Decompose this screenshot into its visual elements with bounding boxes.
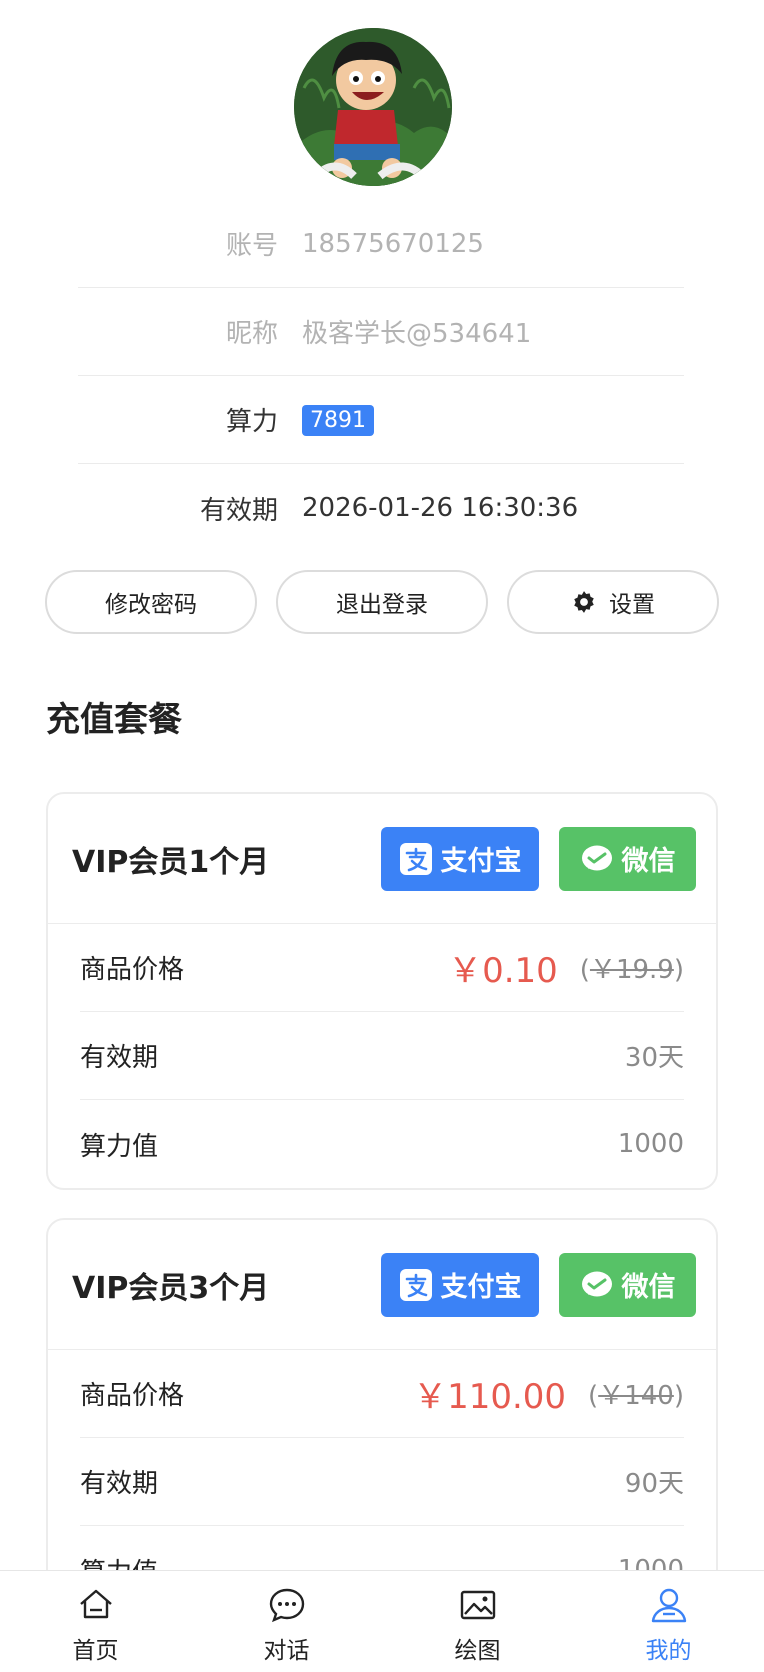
power-label: 算力: [225, 407, 278, 437]
wechat-pay-button[interactable]: 微信: [559, 826, 696, 891]
price-value: ￥0.10: [448, 951, 558, 991]
alipay-button[interactable]: 支付宝: [381, 1252, 539, 1317]
profile-info: 账号 18575670125 昵称 极客学长@534641 算力 7891 有效…: [78, 200, 684, 552]
validity-row: 有效期 90天: [80, 1438, 684, 1526]
profile-page: 账号 18575670125 昵称 极客学长@534641 算力 7891 有效…: [0, 0, 764, 1672]
alipay-icon: [399, 842, 432, 875]
price-label: 商品价格: [80, 955, 185, 985]
original-price: (￥19.9): [579, 955, 684, 985]
wechat-pay-button[interactable]: 微信: [559, 1252, 696, 1317]
power-row: 算力 7891: [78, 376, 684, 464]
package-header: VIP会员1个月 支付宝 微信: [48, 794, 716, 924]
tab-mine-label: 我的: [645, 1638, 692, 1664]
chat-icon: [269, 1588, 304, 1623]
tab-chat-label: 对话: [263, 1638, 310, 1664]
package-card: VIP会员3个月 支付宝 微信 商品价格 ￥110.00 (￥140) 有效期 …: [46, 1218, 718, 1616]
tab-mine[interactable]: 我的: [573, 1571, 764, 1672]
tab-draw[interactable]: 绘图: [382, 1571, 573, 1672]
package-card: VIP会员1个月 支付宝 微信 商品价格 ￥0.10 (￥19.9) 有效期 3…: [46, 792, 718, 1190]
validity-row: 有效期 30天: [80, 1012, 684, 1100]
logout-label: 退出登录: [336, 592, 428, 618]
power-value: 1000: [617, 1129, 684, 1159]
validity-value: 90天: [624, 1469, 684, 1499]
avatar[interactable]: [294, 28, 452, 186]
price-row: 商品价格 ￥110.00 (￥140): [80, 1350, 684, 1438]
alipay-label: 支付宝: [440, 846, 522, 877]
expiry-value: 2026-01-26 16:30:36: [302, 493, 579, 523]
validity-label: 有效期: [80, 1043, 159, 1073]
bottom-tab-bar: 首页 对话 绘图 我的: [0, 1570, 764, 1672]
price-label: 商品价格: [80, 1381, 185, 1411]
package-name: VIP会员1个月: [72, 844, 270, 880]
price-value: ￥110.00: [413, 1377, 567, 1417]
power-value-label: 算力值: [80, 1131, 159, 1162]
change-password-label: 修改密码: [105, 592, 197, 618]
original-price: (￥140): [588, 1381, 684, 1411]
expiry-label: 有效期: [199, 495, 278, 526]
settings-label: 设置: [609, 592, 655, 618]
package-name: VIP会员3个月: [72, 1270, 270, 1306]
tab-home-label: 首页: [72, 1638, 119, 1664]
wechat-icon: [581, 845, 612, 870]
power-value-row: 算力值 1000: [80, 1100, 684, 1188]
alipay-icon: [399, 1268, 432, 1301]
home-icon: [79, 1589, 112, 1619]
tab-chat[interactable]: 对话: [191, 1571, 382, 1672]
package-header: VIP会员3个月 支付宝 微信: [48, 1220, 716, 1350]
wechat-icon: [581, 1271, 612, 1296]
wechat-label: 微信: [621, 1272, 676, 1303]
price-row: 商品价格 ￥0.10 (￥19.9): [80, 924, 684, 1012]
account-label: 账号: [225, 231, 278, 261]
account-row: 账号 18575670125: [78, 200, 684, 288]
nickname-label: 昵称: [225, 319, 278, 349]
nickname-row: 昵称 极客学长@534641: [78, 288, 684, 376]
alipay-button[interactable]: 支付宝: [381, 826, 539, 891]
tab-home[interactable]: 首页: [0, 1571, 191, 1672]
account-actions: 修改密码 退出登录 设置: [45, 570, 719, 634]
settings-button[interactable]: 设置: [507, 570, 719, 634]
wechat-label: 微信: [621, 846, 676, 877]
expiry-row: 有效期 2026-01-26 16:30:36: [78, 464, 684, 552]
change-password-button[interactable]: 修改密码: [45, 570, 257, 634]
tab-draw-label: 绘图: [454, 1638, 501, 1664]
section-title: 充值套餐: [46, 700, 182, 740]
nickname-value: 极客学长@534641: [302, 319, 532, 349]
power-badge: 7891: [302, 404, 374, 436]
alipay-label: 支付宝: [440, 1272, 522, 1303]
user-icon: [651, 1588, 686, 1623]
account-value: 18575670125: [302, 228, 484, 259]
validity-label: 有效期: [80, 1469, 159, 1499]
gear-icon: [574, 591, 594, 613]
image-icon: [460, 1590, 495, 1620]
logout-button[interactable]: 退出登录: [276, 570, 488, 634]
avatar-image: [294, 28, 452, 186]
validity-value: 30天: [624, 1043, 684, 1073]
